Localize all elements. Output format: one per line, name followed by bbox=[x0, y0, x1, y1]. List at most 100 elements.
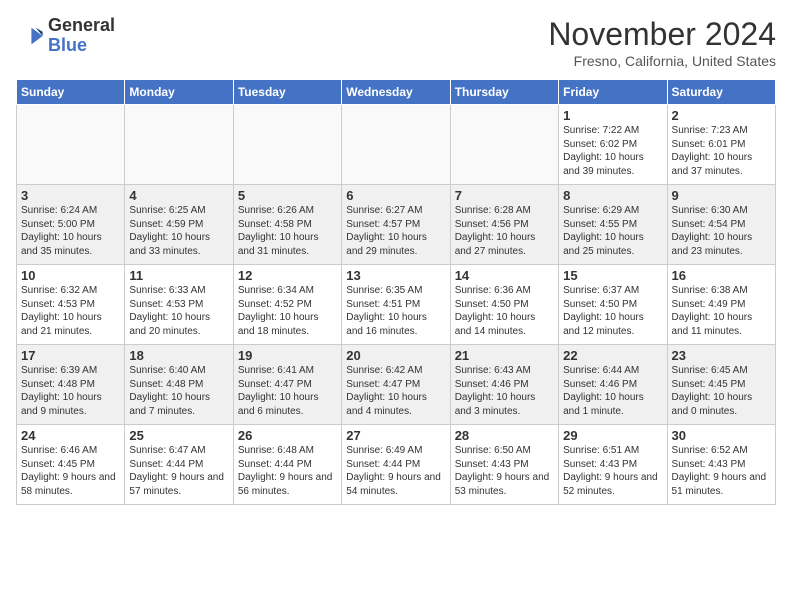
day-number: 9 bbox=[672, 188, 771, 203]
day-number: 8 bbox=[563, 188, 662, 203]
day-info: Sunrise: 6:41 AM Sunset: 4:47 PM Dayligh… bbox=[238, 364, 337, 418]
day-info: Sunrise: 6:35 AM Sunset: 4:51 PM Dayligh… bbox=[346, 284, 445, 338]
calendar-day: 10Sunrise: 6:32 AM Sunset: 4:53 PM Dayli… bbox=[17, 265, 125, 345]
day-number: 3 bbox=[21, 188, 120, 203]
day-info: Sunrise: 6:26 AM Sunset: 4:58 PM Dayligh… bbox=[238, 204, 337, 258]
day-number: 28 bbox=[455, 428, 554, 443]
day-info: Sunrise: 6:44 AM Sunset: 4:46 PM Dayligh… bbox=[563, 364, 662, 418]
day-number: 24 bbox=[21, 428, 120, 443]
day-number: 4 bbox=[129, 188, 228, 203]
calendar-day: 26Sunrise: 6:48 AM Sunset: 4:44 PM Dayli… bbox=[233, 425, 341, 505]
day-info: Sunrise: 6:42 AM Sunset: 4:47 PM Dayligh… bbox=[346, 364, 445, 418]
calendar-day: 19Sunrise: 6:41 AM Sunset: 4:47 PM Dayli… bbox=[233, 345, 341, 425]
calendar-body: 1Sunrise: 7:22 AM Sunset: 6:02 PM Daylig… bbox=[17, 105, 776, 505]
day-info: Sunrise: 6:39 AM Sunset: 4:48 PM Dayligh… bbox=[21, 364, 120, 418]
day-info: Sunrise: 6:34 AM Sunset: 4:52 PM Dayligh… bbox=[238, 284, 337, 338]
col-friday: Friday bbox=[559, 80, 667, 105]
day-info: Sunrise: 6:52 AM Sunset: 4:43 PM Dayligh… bbox=[672, 444, 771, 498]
day-number: 1 bbox=[563, 108, 662, 123]
day-number: 14 bbox=[455, 268, 554, 283]
calendar-day: 15Sunrise: 6:37 AM Sunset: 4:50 PM Dayli… bbox=[559, 265, 667, 345]
day-number: 12 bbox=[238, 268, 337, 283]
day-info: Sunrise: 6:28 AM Sunset: 4:56 PM Dayligh… bbox=[455, 204, 554, 258]
day-info: Sunrise: 6:45 AM Sunset: 4:45 PM Dayligh… bbox=[672, 364, 771, 418]
day-info: Sunrise: 6:40 AM Sunset: 4:48 PM Dayligh… bbox=[129, 364, 228, 418]
calendar-day: 4Sunrise: 6:25 AM Sunset: 4:59 PM Daylig… bbox=[125, 185, 233, 265]
day-number: 17 bbox=[21, 348, 120, 363]
day-number: 29 bbox=[563, 428, 662, 443]
calendar-day bbox=[233, 105, 341, 185]
day-info: Sunrise: 6:30 AM Sunset: 4:54 PM Dayligh… bbox=[672, 204, 771, 258]
calendar-day: 3Sunrise: 6:24 AM Sunset: 5:00 PM Daylig… bbox=[17, 185, 125, 265]
calendar-day: 11Sunrise: 6:33 AM Sunset: 4:53 PM Dayli… bbox=[125, 265, 233, 345]
day-number: 22 bbox=[563, 348, 662, 363]
day-number: 2 bbox=[672, 108, 771, 123]
day-number: 21 bbox=[455, 348, 554, 363]
col-sunday: Sunday bbox=[17, 80, 125, 105]
day-number: 16 bbox=[672, 268, 771, 283]
day-info: Sunrise: 6:32 AM Sunset: 4:53 PM Dayligh… bbox=[21, 284, 120, 338]
day-info: Sunrise: 6:25 AM Sunset: 4:59 PM Dayligh… bbox=[129, 204, 228, 258]
title-area: November 2024 Fresno, California, United… bbox=[548, 16, 776, 69]
calendar-day: 16Sunrise: 6:38 AM Sunset: 4:49 PM Dayli… bbox=[667, 265, 775, 345]
day-number: 19 bbox=[238, 348, 337, 363]
day-info: Sunrise: 7:22 AM Sunset: 6:02 PM Dayligh… bbox=[563, 124, 662, 178]
calendar-day: 21Sunrise: 6:43 AM Sunset: 4:46 PM Dayli… bbox=[450, 345, 558, 425]
logo-line1: General bbox=[48, 16, 115, 36]
col-saturday: Saturday bbox=[667, 80, 775, 105]
day-number: 10 bbox=[21, 268, 120, 283]
location: Fresno, California, United States bbox=[548, 53, 776, 69]
day-info: Sunrise: 7:23 AM Sunset: 6:01 PM Dayligh… bbox=[672, 124, 771, 178]
calendar-day bbox=[342, 105, 450, 185]
calendar-week-3: 17Sunrise: 6:39 AM Sunset: 4:48 PM Dayli… bbox=[17, 345, 776, 425]
calendar-day: 12Sunrise: 6:34 AM Sunset: 4:52 PM Dayli… bbox=[233, 265, 341, 345]
calendar-day: 30Sunrise: 6:52 AM Sunset: 4:43 PM Dayli… bbox=[667, 425, 775, 505]
day-info: Sunrise: 6:50 AM Sunset: 4:43 PM Dayligh… bbox=[455, 444, 554, 498]
calendar-day bbox=[125, 105, 233, 185]
calendar-table: Sunday Monday Tuesday Wednesday Thursday… bbox=[16, 79, 776, 505]
day-info: Sunrise: 6:49 AM Sunset: 4:44 PM Dayligh… bbox=[346, 444, 445, 498]
calendar-week-4: 24Sunrise: 6:46 AM Sunset: 4:45 PM Dayli… bbox=[17, 425, 776, 505]
day-number: 26 bbox=[238, 428, 337, 443]
col-thursday: Thursday bbox=[450, 80, 558, 105]
day-number: 27 bbox=[346, 428, 445, 443]
calendar-day: 22Sunrise: 6:44 AM Sunset: 4:46 PM Dayli… bbox=[559, 345, 667, 425]
day-info: Sunrise: 6:33 AM Sunset: 4:53 PM Dayligh… bbox=[129, 284, 228, 338]
col-monday: Monday bbox=[125, 80, 233, 105]
day-info: Sunrise: 6:48 AM Sunset: 4:44 PM Dayligh… bbox=[238, 444, 337, 498]
day-number: 25 bbox=[129, 428, 228, 443]
calendar-day bbox=[17, 105, 125, 185]
calendar-day: 25Sunrise: 6:47 AM Sunset: 4:44 PM Dayli… bbox=[125, 425, 233, 505]
logo-line2: Blue bbox=[48, 36, 115, 56]
logo-text: General Blue bbox=[48, 16, 115, 56]
col-tuesday: Tuesday bbox=[233, 80, 341, 105]
header-row: Sunday Monday Tuesday Wednesday Thursday… bbox=[17, 80, 776, 105]
calendar-day: 5Sunrise: 6:26 AM Sunset: 4:58 PM Daylig… bbox=[233, 185, 341, 265]
day-number: 5 bbox=[238, 188, 337, 203]
day-info: Sunrise: 6:47 AM Sunset: 4:44 PM Dayligh… bbox=[129, 444, 228, 498]
day-info: Sunrise: 6:37 AM Sunset: 4:50 PM Dayligh… bbox=[563, 284, 662, 338]
calendar-day: 13Sunrise: 6:35 AM Sunset: 4:51 PM Dayli… bbox=[342, 265, 450, 345]
day-info: Sunrise: 6:27 AM Sunset: 4:57 PM Dayligh… bbox=[346, 204, 445, 258]
day-number: 11 bbox=[129, 268, 228, 283]
day-number: 15 bbox=[563, 268, 662, 283]
calendar-day: 7Sunrise: 6:28 AM Sunset: 4:56 PM Daylig… bbox=[450, 185, 558, 265]
day-info: Sunrise: 6:51 AM Sunset: 4:43 PM Dayligh… bbox=[563, 444, 662, 498]
day-info: Sunrise: 6:38 AM Sunset: 4:49 PM Dayligh… bbox=[672, 284, 771, 338]
day-info: Sunrise: 6:36 AM Sunset: 4:50 PM Dayligh… bbox=[455, 284, 554, 338]
calendar-day: 27Sunrise: 6:49 AM Sunset: 4:44 PM Dayli… bbox=[342, 425, 450, 505]
day-number: 20 bbox=[346, 348, 445, 363]
day-number: 6 bbox=[346, 188, 445, 203]
day-info: Sunrise: 6:29 AM Sunset: 4:55 PM Dayligh… bbox=[563, 204, 662, 258]
col-wednesday: Wednesday bbox=[342, 80, 450, 105]
calendar-day: 20Sunrise: 6:42 AM Sunset: 4:47 PM Dayli… bbox=[342, 345, 450, 425]
calendar-week-0: 1Sunrise: 7:22 AM Sunset: 6:02 PM Daylig… bbox=[17, 105, 776, 185]
calendar-day: 29Sunrise: 6:51 AM Sunset: 4:43 PM Dayli… bbox=[559, 425, 667, 505]
day-number: 23 bbox=[672, 348, 771, 363]
calendar-day: 8Sunrise: 6:29 AM Sunset: 4:55 PM Daylig… bbox=[559, 185, 667, 265]
calendar-week-1: 3Sunrise: 6:24 AM Sunset: 5:00 PM Daylig… bbox=[17, 185, 776, 265]
calendar-day: 18Sunrise: 6:40 AM Sunset: 4:48 PM Dayli… bbox=[125, 345, 233, 425]
page: General Blue November 2024 Fresno, Calif… bbox=[0, 0, 792, 515]
calendar-header: Sunday Monday Tuesday Wednesday Thursday… bbox=[17, 80, 776, 105]
calendar-day: 23Sunrise: 6:45 AM Sunset: 4:45 PM Dayli… bbox=[667, 345, 775, 425]
